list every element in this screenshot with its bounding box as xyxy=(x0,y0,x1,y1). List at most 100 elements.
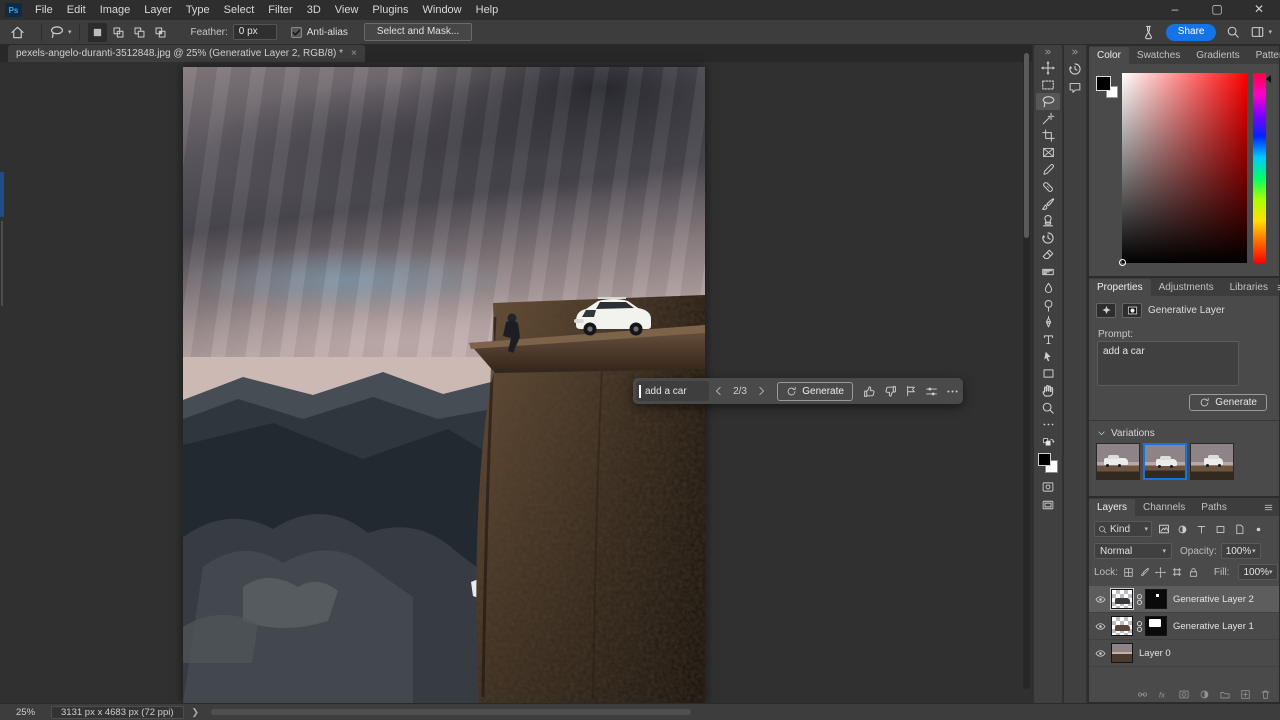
intersect-selection-mode-button[interactable] xyxy=(151,23,170,42)
new-adjustment-layer-icon[interactable] xyxy=(1199,689,1210,700)
link-layers-icon[interactable] xyxy=(1137,689,1148,700)
filter-toggle-icon[interactable] xyxy=(1251,522,1266,537)
lasso-tool[interactable] xyxy=(1036,93,1060,110)
layer-mask-thumbnail[interactable] xyxy=(1145,616,1167,636)
search-icon[interactable] xyxy=(1226,25,1240,39)
hand-tool[interactable] xyxy=(1036,382,1060,399)
visibility-eye-icon[interactable] xyxy=(1089,594,1111,605)
prompt-textarea[interactable]: add a car xyxy=(1097,341,1239,386)
menu-type[interactable]: Type xyxy=(179,0,217,20)
next-variation-button[interactable] xyxy=(750,380,771,402)
generate-button[interactable]: Generate xyxy=(1189,394,1267,411)
minimize-button[interactable]: – xyxy=(1154,0,1196,20)
layer-name[interactable]: Layer 0 xyxy=(1139,648,1171,659)
layer-effects-icon[interactable]: fx xyxy=(1157,689,1169,700)
document-tab[interactable]: pexels-angelo-duranti-3512848.jpg @ 25% … xyxy=(8,45,365,62)
variation-thumbnail-3[interactable] xyxy=(1190,443,1234,480)
filter-pixel-layers-icon[interactable] xyxy=(1156,522,1171,537)
blur-tool[interactable] xyxy=(1036,280,1060,297)
history-panel-icon[interactable] xyxy=(1064,61,1086,77)
foreground-color-swatch[interactable] xyxy=(1096,76,1111,91)
maximize-button[interactable]: ▢ xyxy=(1196,0,1238,20)
blend-mode-dropdown[interactable]: Normal ▾ xyxy=(1094,543,1172,559)
filter-type-layers-icon[interactable] xyxy=(1194,522,1209,537)
dodge-tool[interactable] xyxy=(1036,297,1060,314)
new-selection-mode-button[interactable] xyxy=(87,22,107,42)
tab-adjustments[interactable]: Adjustments xyxy=(1151,279,1222,296)
lock-transparency-icon[interactable] xyxy=(1123,566,1134,579)
new-group-icon[interactable] xyxy=(1219,689,1231,700)
vertical-scrollbar[interactable] xyxy=(1023,53,1030,689)
previous-variation-button[interactable] xyxy=(709,380,730,402)
filter-smart-objects-icon[interactable] xyxy=(1232,522,1247,537)
clone-stamp-tool[interactable] xyxy=(1036,212,1060,229)
brush-tool[interactable] xyxy=(1036,195,1060,212)
menu-3d[interactable]: 3D xyxy=(300,0,328,20)
tab-properties[interactable]: Properties xyxy=(1089,279,1151,296)
beaker-icon[interactable] xyxy=(1141,25,1156,40)
menu-filter[interactable]: Filter xyxy=(261,0,299,20)
hue-slider[interactable] xyxy=(1253,73,1271,263)
visibility-eye-icon[interactable] xyxy=(1089,621,1111,632)
magic-wand-tool[interactable] xyxy=(1036,110,1060,127)
fill-input[interactable]: 100% ▾ xyxy=(1238,564,1278,580)
share-button[interactable]: Share xyxy=(1165,23,1217,41)
layer-row-generative-layer-1[interactable]: Generative Layer 1 xyxy=(1089,613,1279,640)
menu-plugins[interactable]: Plugins xyxy=(365,0,415,20)
gradient-tool[interactable] xyxy=(1036,263,1060,280)
horizontal-scrollbar[interactable] xyxy=(211,709,692,715)
edit-toolbar-icon[interactable] xyxy=(1036,416,1060,433)
status-menu-chevron-icon[interactable]: ❯ xyxy=(192,707,200,718)
menu-window[interactable]: Window xyxy=(416,0,469,20)
lock-position-icon[interactable] xyxy=(1154,566,1166,579)
report-flag-icon[interactable] xyxy=(901,380,922,402)
delete-layer-icon[interactable] xyxy=(1260,689,1271,700)
variation-thumbnail-1[interactable] xyxy=(1096,443,1140,480)
layer-name[interactable]: Generative Layer 2 xyxy=(1173,594,1254,605)
menu-layer[interactable]: Layer xyxy=(137,0,179,20)
tab-gradients[interactable]: Gradients xyxy=(1188,47,1247,64)
select-and-mask-button[interactable]: Select and Mask... xyxy=(363,23,473,41)
collapse-toolbar-icon[interactable] xyxy=(1034,45,1062,59)
menu-edit[interactable]: Edit xyxy=(60,0,93,20)
workspace-switcher-icon[interactable]: ▾ xyxy=(1250,25,1272,39)
lasso-tool-preset[interactable]: ▾ xyxy=(49,24,72,40)
path-selection-tool[interactable] xyxy=(1036,348,1060,365)
lock-all-icon[interactable] xyxy=(1188,566,1199,579)
thumbs-down-icon[interactable] xyxy=(880,380,901,402)
type-tool[interactable] xyxy=(1036,331,1060,348)
layer-row-layer-0[interactable]: Layer 0 xyxy=(1089,640,1279,667)
generate-button[interactable]: Generate xyxy=(777,381,853,401)
layer-thumbnail[interactable] xyxy=(1110,588,1134,610)
comments-panel-icon[interactable] xyxy=(1064,79,1086,95)
pen-tool[interactable] xyxy=(1036,314,1060,331)
add-mask-icon[interactable] xyxy=(1178,689,1190,700)
color-swatch-pair[interactable] xyxy=(1096,76,1118,98)
zoom-tool[interactable] xyxy=(1036,399,1060,416)
foreground-background-swatches[interactable] xyxy=(1038,453,1058,473)
tab-libraries[interactable]: Libraries xyxy=(1222,279,1276,296)
layer-row-generative-layer-2[interactable]: Generative Layer 2 xyxy=(1089,586,1279,613)
default-colors-icon[interactable] xyxy=(1037,435,1059,451)
saturation-brightness-field[interactable] xyxy=(1119,73,1247,266)
menu-help[interactable]: Help xyxy=(469,0,506,20)
add-to-selection-mode-button[interactable] xyxy=(109,23,128,42)
subtract-from-selection-mode-button[interactable] xyxy=(130,23,149,42)
filter-kind-dropdown[interactable]: Kind ▾ xyxy=(1094,521,1152,537)
screen-mode-icon[interactable] xyxy=(1037,497,1059,513)
tab-channels[interactable]: Channels xyxy=(1135,499,1193,516)
lock-artboard-icon[interactable] xyxy=(1171,566,1183,579)
more-options-icon[interactable] xyxy=(942,380,963,402)
settings-sliders-icon[interactable] xyxy=(921,380,942,402)
move-tool[interactable] xyxy=(1036,59,1060,76)
filter-shape-layers-icon[interactable] xyxy=(1213,522,1228,537)
foreground-color-swatch[interactable] xyxy=(1038,453,1051,466)
opacity-input[interactable]: 100% ▾ xyxy=(1220,543,1261,559)
color-field-marker[interactable] xyxy=(1119,259,1126,266)
panel-menu-icon[interactable] xyxy=(1263,503,1274,512)
eraser-tool[interactable] xyxy=(1036,246,1060,263)
zoom-level-value[interactable]: 25% xyxy=(16,707,35,718)
home-icon[interactable] xyxy=(0,25,34,40)
menu-select[interactable]: Select xyxy=(217,0,262,20)
tab-swatches[interactable]: Swatches xyxy=(1129,47,1188,64)
